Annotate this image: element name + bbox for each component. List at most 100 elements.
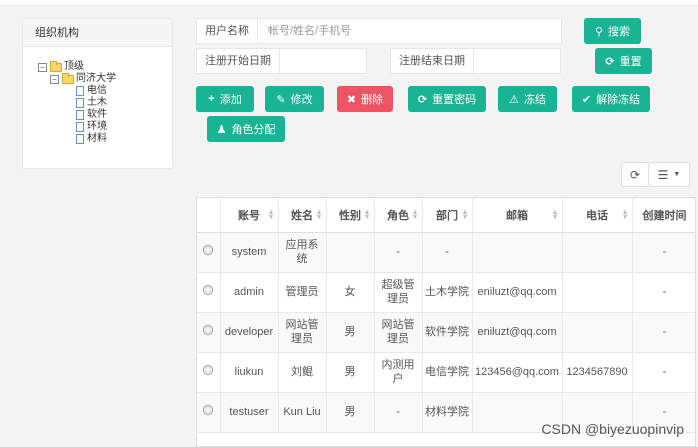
file-icon — [76, 122, 84, 132]
tree-node-org[interactable]: − 同济大学 — [38, 72, 172, 85]
tree-node-dept[interactable]: 软件 — [38, 109, 172, 121]
username-input[interactable]: 帐号/姓名/手机号 — [258, 19, 561, 43]
table-cell: - — [632, 312, 695, 353]
table-cell: 超级管理员 — [374, 272, 423, 313]
table-cell: 男 — [326, 392, 375, 433]
column-header[interactable]: 姓名 ▲ ▼ — [278, 198, 327, 233]
table-cell: 刘鲲 — [278, 352, 327, 393]
file-icon — [76, 110, 84, 120]
table-cell: 男 — [326, 312, 375, 353]
table-cell: Kun Liu — [278, 392, 327, 433]
refresh-icon: ⟳ — [417, 93, 428, 106]
row-select-cell — [197, 312, 221, 353]
column-header[interactable]: 性别 ▲ ▼ — [326, 198, 375, 233]
table-cell: 123456@qq.com — [472, 352, 563, 393]
file-icon — [76, 86, 84, 96]
assign-role-label: 角色分配 — [231, 124, 276, 136]
row-radio[interactable] — [203, 325, 214, 335]
column-header[interactable]: 创建时间 — [632, 198, 695, 233]
end-date-input[interactable] — [474, 49, 560, 73]
table-cell: testuser — [220, 392, 279, 433]
sort-icon: ▲ ▼ — [363, 209, 371, 221]
columns-toggle-button[interactable]: ☰ ▼ — [649, 162, 690, 187]
row-radio[interactable] — [203, 365, 214, 375]
watermark: CSDN @biyezuopinvip — [541, 421, 684, 437]
start-date-label: 注册开始日期 — [197, 49, 280, 73]
caret-down-icon: ▼ — [673, 171, 681, 178]
table-cell: 网站管理员 — [374, 312, 423, 353]
table-cell — [562, 272, 633, 313]
row-select-cell — [197, 232, 221, 273]
edit-button[interactable]: ✎ 修改 — [265, 86, 324, 112]
freeze-button[interactable]: ⚠ 冻结 — [498, 86, 557, 112]
tree-node-root[interactable]: − 顶级 — [38, 60, 172, 73]
unfreeze-button[interactable]: ✔ 解除冻结 — [572, 86, 650, 112]
user-table: 账号 ▲ ▼ 姓名 ▲ ▼ 性别 ▲ ▼ 角色 ▲ ▼ 部门 ▲ ▼ 邮箱 ▲ ▼ 电话 ▲ ▼ 创建时间 … — [196, 197, 696, 447]
table-cell: developer — [220, 312, 279, 353]
column-header[interactable]: 邮箱 ▲ ▼ — [472, 198, 563, 233]
table-cell: liukun — [220, 352, 279, 393]
table-cell: 1234567890 — [562, 352, 633, 393]
select-column-header — [197, 198, 221, 233]
end-date-field: 注册结束日期 — [390, 48, 561, 74]
sort-icon: ▲ ▼ — [315, 209, 323, 221]
end-date-label: 注册结束日期 — [391, 49, 474, 73]
table-cell: eniluzt@qq.com — [472, 312, 563, 353]
assign-role-button[interactable]: ♟ 角色分配 — [207, 116, 285, 142]
sort-icon: ▲ ▼ — [267, 209, 275, 221]
row-radio[interactable] — [203, 405, 214, 415]
freeze-button-label: 冻结 — [523, 94, 546, 106]
add-button[interactable]: + 添加 — [196, 86, 254, 112]
table-row[interactable]: developer 网站管理员男网站管理员 软件学院 eniluzt@qq.com - — [197, 312, 695, 353]
table-cell: 管理员 — [278, 272, 327, 313]
table-cell: 软件学院 — [422, 312, 473, 353]
table-header-row: 账号 ▲ ▼ 姓名 ▲ ▼ 性别 ▲ ▼ 角色 ▲ ▼ 部门 ▲ ▼ 邮箱 ▲ ▼ 电话 ▲ ▼ 创建时间 — [197, 198, 695, 233]
row-radio[interactable] — [203, 285, 214, 295]
user-icon: ♟ — [216, 123, 227, 136]
search-button[interactable]: ⚲ 搜索 — [584, 18, 641, 44]
column-header[interactable]: 电话 ▲ ▼ — [562, 198, 633, 233]
reset-password-button[interactable]: ⟳ 重置密码 — [408, 86, 486, 112]
file-icon — [76, 98, 84, 108]
sort-icon: ▲ ▼ — [411, 209, 419, 221]
close-icon: ✖ — [346, 93, 357, 106]
table-cell: - — [632, 232, 695, 273]
refresh-table-button[interactable]: ⟳ — [621, 162, 649, 187]
table-cell: - — [422, 232, 473, 273]
column-header[interactable]: 部门 ▲ ▼ — [422, 198, 473, 233]
org-tree: − 顶级 − 同济大学 电信 土木 软件 环境 材料 — [23, 47, 172, 145]
collapse-icon[interactable]: − — [50, 74, 59, 84]
edit-icon: ✎ — [276, 93, 286, 106]
table-row[interactable]: system 应用系统 - - - — [197, 232, 695, 273]
tree-node-dept[interactable]: 电信 — [38, 85, 172, 97]
check-circle-icon: ✔ — [581, 93, 592, 106]
column-header[interactable]: 账号 ▲ ▼ — [220, 198, 279, 233]
warning-icon: ⚠ — [509, 93, 519, 106]
tree-node-dept[interactable]: 材料 — [38, 133, 172, 145]
tree-node-dept[interactable]: 土木 — [38, 97, 172, 109]
tree-node-label: 土木 — [87, 97, 107, 108]
reset-button[interactable]: ⟳ 重置 — [595, 48, 652, 74]
plus-icon: + — [208, 93, 215, 105]
tree-node-label: 同济大学 — [76, 73, 116, 84]
table-row[interactable]: admin 管理员女超级管理员 土木学院 eniluzt@qq.com - — [197, 272, 695, 313]
column-header[interactable]: 角色 ▲ ▼ — [374, 198, 423, 233]
tree-node-label: 环境 — [87, 121, 107, 132]
row-radio[interactable] — [203, 245, 214, 255]
table-cell — [472, 232, 563, 273]
sort-icon: ▲ ▼ — [551, 209, 559, 221]
table-cell: - — [632, 272, 695, 313]
table-cell — [562, 232, 633, 273]
edit-button-label: 修改 — [290, 94, 313, 106]
start-date-input[interactable] — [280, 49, 366, 73]
tree-node-label: 顶级 — [64, 61, 84, 72]
folder-icon — [50, 60, 62, 72]
tree-node-dept[interactable]: 环境 — [38, 121, 172, 133]
row-select-cell — [197, 392, 221, 433]
table-row[interactable]: liukun 刘鲲男内测用户 电信学院 123456@qq.com 1234567890… — [197, 352, 695, 393]
username-field: 用户名称 帐号/姓名/手机号 — [196, 18, 562, 44]
org-tree-title: 组织机构 — [23, 19, 172, 47]
delete-button[interactable]: ✖ 删除 — [337, 86, 393, 112]
collapse-icon[interactable]: − — [38, 62, 47, 72]
tree-node-label: 软件 — [87, 109, 107, 120]
